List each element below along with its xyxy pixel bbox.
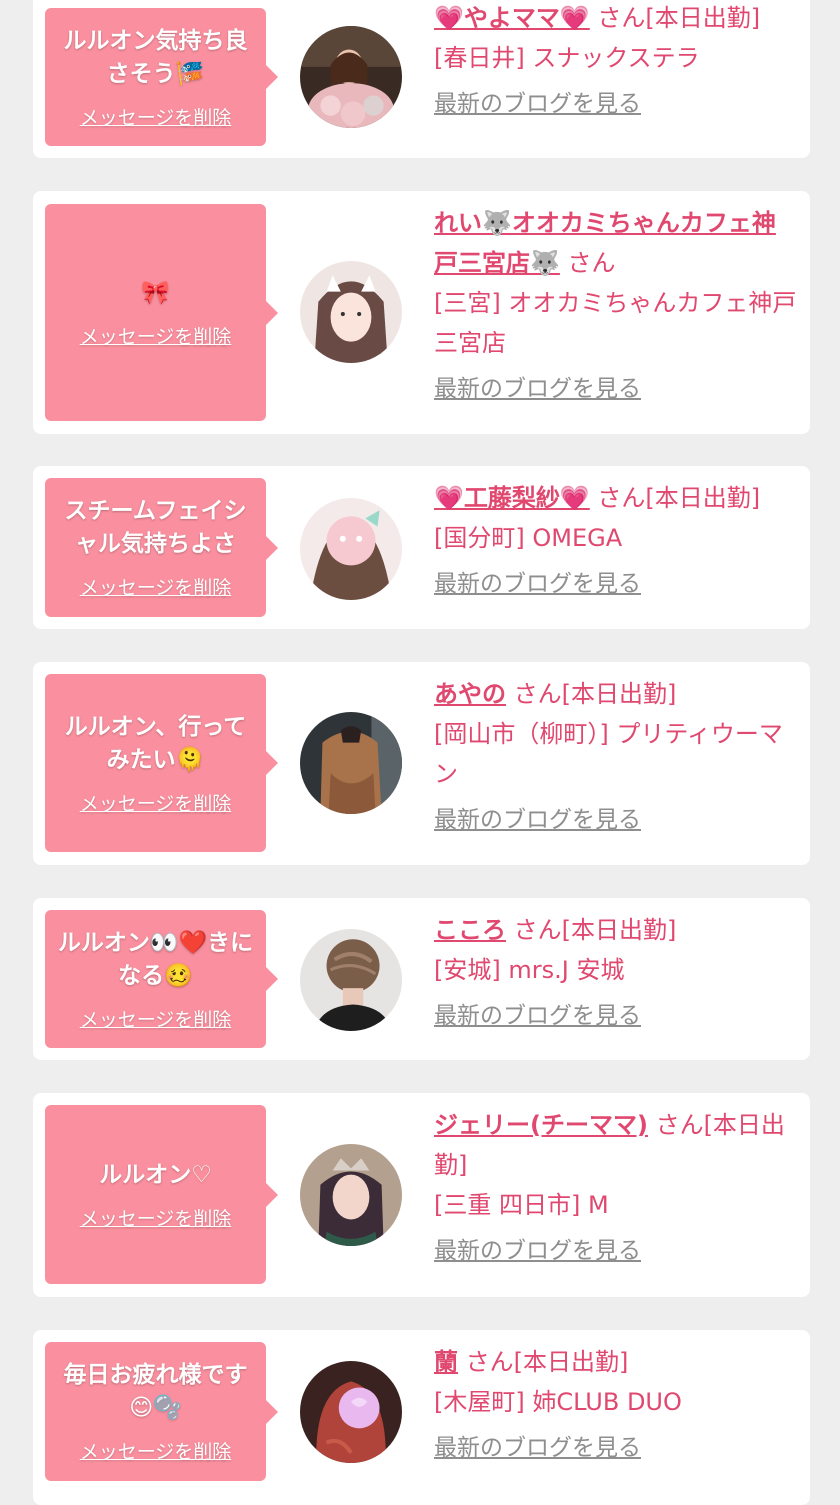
latest-blog-link[interactable]: 最新のブログを見る bbox=[434, 84, 798, 124]
avatar[interactable] bbox=[300, 498, 402, 600]
message-bubble: 毎日お疲れ様です😊🫧 メッセージを削除 bbox=[45, 1342, 278, 1481]
cast-title-line: あやの さん[本日出勤] bbox=[434, 674, 798, 714]
message-text: ルルオン、行ってみたい🫠 bbox=[64, 713, 247, 773]
latest-blog-link[interactable]: 最新のブログを見る bbox=[434, 800, 798, 840]
latest-blog-link[interactable]: 最新のブログを見る bbox=[434, 1231, 798, 1271]
shop-name: [岡山市（柳町）] プリティウーマン bbox=[434, 720, 783, 788]
message-card: 🎀 メッセージを削除 れい🐺オオカミちゃんカフェ神戸三宮店🐺 さん [三宮] オ… bbox=[33, 191, 810, 434]
cast-suffix: さん[本日出勤] bbox=[458, 1348, 629, 1376]
message-bubble: スチームフェイシャル気持ちよさ メッセージを削除 bbox=[45, 478, 278, 617]
delete-message-link[interactable]: メッセージを削除 bbox=[80, 322, 232, 349]
avatar[interactable] bbox=[300, 26, 402, 128]
delete-message-link[interactable]: メッセージを削除 bbox=[80, 1204, 232, 1231]
message-bubble: 🎀 メッセージを削除 bbox=[45, 204, 278, 421]
delete-message-link[interactable]: メッセージを削除 bbox=[80, 1437, 232, 1464]
message-text: 🎀 bbox=[141, 279, 170, 306]
cast-info: ジェリー(チーママ) さん[本日出勤] [三重 四日市] M 最新のブログを見る bbox=[434, 1105, 798, 1271]
message-bubble: ルルオン気持ち良さそう🎏 メッセージを削除 bbox=[45, 8, 278, 146]
avatar[interactable] bbox=[300, 929, 402, 1031]
cast-info: れい🐺オオカミちゃんカフェ神戸三宮店🐺 さん [三宮] オオカミちゃんカフェ神戸… bbox=[434, 203, 798, 409]
latest-blog-link[interactable]: 最新のブログを見る bbox=[434, 1428, 798, 1468]
shop-name: [三重 四日市] M bbox=[434, 1191, 609, 1219]
cast-title-line: 💗工藤梨紗💗 さん[本日出勤] bbox=[434, 478, 798, 518]
message-text: スチームフェイシャル気持ちよさ bbox=[64, 498, 247, 557]
message-text: ルルオン👀❤️きになる🥴 bbox=[57, 929, 254, 989]
cast-name-link[interactable]: 💗やよママ💗 bbox=[434, 4, 590, 32]
cast-suffix: さん[本日出勤] bbox=[506, 680, 677, 708]
message-text: ルルオン気持ち良さそう🎏 bbox=[63, 27, 248, 87]
cast-name-link[interactable]: ジェリー(チーママ) bbox=[434, 1111, 648, 1139]
message-bubble: ルルオン、行ってみたい🫠 メッセージを削除 bbox=[45, 674, 278, 852]
latest-blog-link[interactable]: 最新のブログを見る bbox=[434, 996, 798, 1036]
cast-suffix: さん bbox=[559, 249, 616, 277]
shop-name: [国分町] OMEGA bbox=[434, 524, 623, 552]
avatar[interactable] bbox=[300, 712, 402, 814]
shop-name: [春日井] スナックステラ bbox=[434, 44, 700, 72]
cast-title-line: れい🐺オオカミちゃんカフェ神戸三宮店🐺 さん bbox=[434, 203, 798, 283]
avatar[interactable] bbox=[300, 1361, 402, 1463]
cast-name-link[interactable]: 💗工藤梨紗💗 bbox=[434, 484, 590, 512]
delete-message-link[interactable]: メッセージを削除 bbox=[80, 789, 232, 816]
delete-message-link[interactable]: メッセージを削除 bbox=[80, 1005, 232, 1032]
message-card: スチームフェイシャル気持ちよさ メッセージを削除 💗工藤梨紗💗 さん[本日出勤]… bbox=[33, 466, 810, 629]
shop-name: [三宮] オオカミちゃんカフェ神戸三宮店 bbox=[434, 289, 797, 357]
message-text: ルルオン♡ bbox=[99, 1161, 212, 1188]
avatar[interactable] bbox=[300, 261, 402, 363]
delete-message-link[interactable]: メッセージを削除 bbox=[80, 103, 232, 130]
cast-suffix: さん[本日出勤] bbox=[589, 4, 761, 32]
cast-suffix: さん[本日出勤] bbox=[506, 916, 677, 944]
latest-blog-link[interactable]: 最新のブログを見る bbox=[434, 369, 798, 409]
avatar[interactable] bbox=[300, 1144, 402, 1246]
message-card: ルルオン👀❤️きになる🥴 メッセージを削除 こころ さん[本日出勤] [安城] … bbox=[33, 898, 810, 1060]
message-bubble: ルルオン👀❤️きになる🥴 メッセージを削除 bbox=[45, 910, 278, 1048]
cast-info: 💗工藤梨紗💗 さん[本日出勤] [国分町] OMEGA 最新のブログを見る bbox=[434, 478, 798, 604]
cast-name-link[interactable]: あやの bbox=[434, 680, 506, 708]
cast-info: あやの さん[本日出勤] [岡山市（柳町）] プリティウーマン 最新のブログを見… bbox=[434, 674, 798, 840]
cast-title-line: 蘭 さん[本日出勤] bbox=[434, 1342, 798, 1382]
message-card: ルルオン気持ち良さそう🎏 メッセージを削除 💗やよママ💗 さん[本日出勤] [春… bbox=[33, 0, 810, 158]
message-bubble: ルルオン♡ メッセージを削除 bbox=[45, 1105, 278, 1284]
cast-info: 蘭 さん[本日出勤] [木屋町] 姉CLUB DUO 最新のブログを見る bbox=[434, 1342, 798, 1468]
shop-name: [木屋町] 姉CLUB DUO bbox=[434, 1388, 682, 1416]
delete-message-link[interactable]: メッセージを削除 bbox=[80, 573, 232, 600]
cast-title-line: こころ さん[本日出勤] bbox=[434, 910, 798, 950]
cast-info: 💗やよママ💗 さん[本日出勤] [春日井] スナックステラ 最新のブログを見る bbox=[434, 0, 798, 124]
cast-info: こころ さん[本日出勤] [安城] mrs.J 安城 最新のブログを見る bbox=[434, 910, 798, 1036]
message-card: 毎日お疲れ様です😊🫧 メッセージを削除 蘭 さん[本日出勤] [木屋町] 姉CL… bbox=[33, 1330, 810, 1505]
cast-name-link[interactable]: こころ bbox=[434, 916, 506, 944]
shop-name: [安城] mrs.J 安城 bbox=[434, 956, 625, 984]
cast-title-line: ジェリー(チーママ) さん[本日出勤] bbox=[434, 1105, 798, 1185]
cast-title-line: 💗やよママ💗 さん[本日出勤] bbox=[434, 0, 798, 38]
latest-blog-link[interactable]: 最新のブログを見る bbox=[434, 564, 798, 604]
cast-suffix: さん[本日出勤] bbox=[589, 484, 761, 512]
message-card: ルルオン♡ メッセージを削除 ジェリー(チーママ) さん[本日出勤] [三重 四… bbox=[33, 1093, 810, 1297]
message-card: ルルオン、行ってみたい🫠 メッセージを削除 あやの さん[本日出勤] [岡山市（… bbox=[33, 662, 810, 865]
cast-name-link[interactable]: 蘭 bbox=[434, 1348, 458, 1376]
message-text: 毎日お疲れ様です😊🫧 bbox=[63, 1362, 248, 1421]
